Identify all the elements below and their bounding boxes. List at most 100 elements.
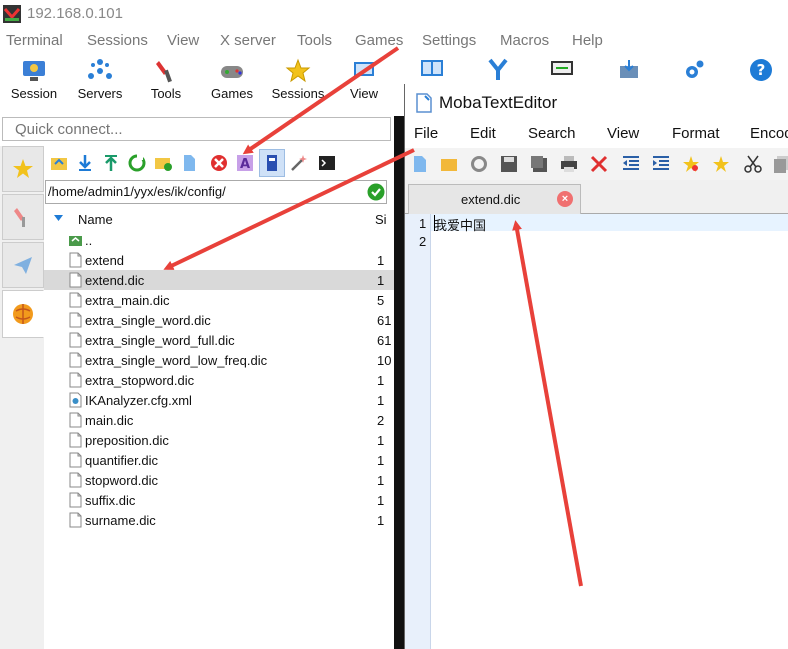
magic-wand-icon[interactable] <box>290 154 308 172</box>
editor-menu-encoding[interactable]: Encod <box>750 125 788 142</box>
file-row[interactable]: main.dic 2 <box>44 410 394 430</box>
editor-menu-format[interactable]: Format <box>672 125 720 142</box>
file-row[interactable]: suffix.dic 1 <box>44 490 394 510</box>
file-row[interactable]: extra_single_word_low_freq.dic 10 <box>44 350 394 370</box>
menu-settings[interactable]: Settings <box>422 32 476 49</box>
svg-text:?: ? <box>757 61 766 79</box>
menu-help[interactable]: Help <box>572 32 603 49</box>
line-number-1: 1 <box>419 216 427 231</box>
file-icon <box>69 472 82 488</box>
menu-tools[interactable]: Tools <box>297 32 332 49</box>
editor-title: MobaTextEditor <box>439 93 558 112</box>
games-button[interactable]: Games <box>202 54 262 112</box>
unindent-icon[interactable] <box>622 155 640 173</box>
editor-tab-label: extend.dic <box>461 192 521 207</box>
file-size: 10 <box>377 353 392 368</box>
sessions-button[interactable]: Sessions <box>268 54 328 112</box>
tunneling-icon[interactable] <box>550 58 574 82</box>
file-icon <box>69 432 82 448</box>
servers-label: Servers <box>77 86 123 101</box>
upload-icon[interactable] <box>102 154 120 172</box>
settings-gear-icon[interactable] <box>682 58 706 82</box>
column-name[interactable]: Name <box>78 212 113 227</box>
indent-icon[interactable] <box>652 155 670 173</box>
permissions-button[interactable] <box>259 149 285 177</box>
window-title: 192.168.0.101 <box>27 5 123 22</box>
next-bookmark-icon[interactable] <box>712 155 730 173</box>
cut-icon[interactable] <box>744 155 762 173</box>
panel-divider[interactable] <box>394 116 404 649</box>
file-row[interactable]: stopword.dic 1 <box>44 470 394 490</box>
file-size: 61 <box>377 313 392 328</box>
new-folder-icon[interactable] <box>154 154 172 172</box>
file-row[interactable]: extra_single_word_full.dic 61 <box>44 330 394 350</box>
new-file-icon[interactable] <box>180 154 198 172</box>
packages-icon[interactable] <box>617 58 641 82</box>
file-row[interactable]: extend 1 <box>44 250 394 270</box>
save-icon[interactable] <box>500 155 518 173</box>
file-row[interactable]: IKAnalyzer.cfg.xml 1 <box>44 390 394 410</box>
save-as-icon[interactable] <box>530 155 548 173</box>
side-tab-strip <box>0 146 44 649</box>
editor-menu-view[interactable]: View <box>607 125 639 142</box>
refresh-icon[interactable] <box>128 154 146 172</box>
close-tab-icon[interactable]: × <box>557 191 573 207</box>
reload-icon[interactable] <box>470 155 488 173</box>
menu-view[interactable]: View <box>167 32 199 49</box>
file-name: extra_single_word_full.dic <box>85 333 235 348</box>
file-row[interactable]: extend.dic 1 <box>44 270 394 290</box>
editor-menu-edit[interactable]: Edit <box>470 125 496 142</box>
file-row[interactable]: quantifier.dic 1 <box>44 450 394 470</box>
session-button[interactable]: Session <box>4 54 64 112</box>
new-document-icon[interactable] <box>411 155 429 173</box>
terminal-icon[interactable] <box>318 154 336 172</box>
servers-button[interactable]: Servers <box>70 54 130 112</box>
file-row[interactable]: .. <box>44 230 394 250</box>
menu-games[interactable]: Games <box>355 32 403 49</box>
open-folder-icon[interactable] <box>440 155 458 173</box>
sort-desc-icon <box>54 215 63 221</box>
editor-tab-extend-dic[interactable]: extend.dic × <box>408 184 581 214</box>
tools-button[interactable]: Tools <box>136 54 196 112</box>
editor-line-1[interactable]: 我爱中国 <box>434 215 486 234</box>
path-input[interactable]: /home/admin1/yyx/es/ik/config/ <box>45 180 387 204</box>
tab-favorites[interactable] <box>2 146 44 192</box>
editor-menu-search[interactable]: Search <box>528 125 576 142</box>
file-row[interactable]: extra_stopword.dic 1 <box>44 370 394 390</box>
view-button[interactable]: View <box>334 54 394 112</box>
print-icon[interactable] <box>560 155 578 173</box>
view-icon <box>354 62 374 76</box>
close-document-icon[interactable] <box>590 155 608 173</box>
quick-connect-input[interactable] <box>2 117 391 141</box>
file-name: main.dic <box>85 413 134 428</box>
games-label: Games <box>211 86 253 101</box>
split-icon[interactable] <box>420 58 444 82</box>
servers-icon <box>88 59 112 79</box>
file-row[interactable]: preposition.dic 1 <box>44 430 394 450</box>
column-size[interactable]: Si <box>375 212 387 227</box>
bookmark-star-icon[interactable] <box>682 155 700 173</box>
file-row[interactable]: surname.dic 1 <box>44 510 394 530</box>
menu-terminal[interactable]: Terminal <box>6 32 63 49</box>
editor-menu-file[interactable]: File <box>414 125 438 142</box>
download-icon[interactable] <box>76 154 94 172</box>
delete-icon[interactable] <box>210 154 228 172</box>
file-name: extra_main.dic <box>85 293 170 308</box>
copy-icon[interactable] <box>773 155 788 173</box>
tab-sftp[interactable] <box>2 290 44 338</box>
file-name: extra_stopword.dic <box>85 373 195 388</box>
file-size: 1 <box>377 253 385 268</box>
session-icon <box>23 61 45 81</box>
tab-tools[interactable] <box>2 194 44 240</box>
menu-macros[interactable]: Macros <box>500 32 549 49</box>
file-row[interactable]: extra_single_word.dic 61 <box>44 310 394 330</box>
tab-macros[interactable] <box>2 242 44 288</box>
rename-icon[interactable]: A <box>236 154 254 172</box>
file-row[interactable]: extra_main.dic 5 <box>44 290 394 310</box>
multiexec-icon[interactable] <box>486 58 510 82</box>
parent-folder-icon[interactable] <box>50 154 68 172</box>
menu-sessions[interactable]: Sessions <box>87 32 148 49</box>
path-go-check-icon[interactable] <box>367 183 385 201</box>
menu-xserver[interactable]: X server <box>220 32 276 49</box>
help-icon[interactable]: ? <box>749 58 773 82</box>
